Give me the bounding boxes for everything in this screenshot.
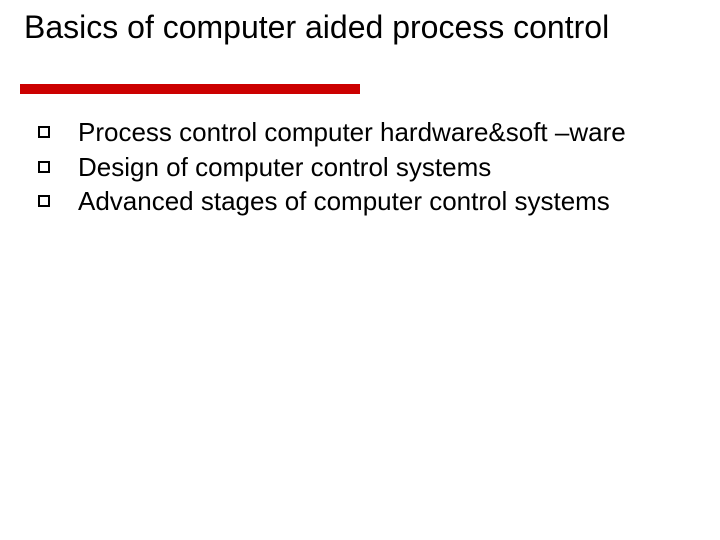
bullet-list: Process control computer hardware&soft –… bbox=[24, 116, 696, 218]
list-item: Process control computer hardware&soft –… bbox=[38, 116, 696, 149]
slide-title: Basics of computer aided process control bbox=[24, 8, 696, 46]
square-bullet-icon bbox=[38, 126, 50, 138]
bullet-text: Advanced stages of computer control syst… bbox=[78, 185, 610, 218]
slide-container: Basics of computer aided process control… bbox=[0, 0, 720, 540]
list-item: Design of computer control systems bbox=[38, 151, 696, 184]
square-bullet-icon bbox=[38, 161, 50, 173]
bullet-text: Design of computer control systems bbox=[78, 151, 491, 184]
list-item: Advanced stages of computer control syst… bbox=[38, 185, 696, 218]
divider-bar bbox=[20, 84, 360, 94]
bullet-text: Process control computer hardware&soft –… bbox=[78, 116, 626, 149]
square-bullet-icon bbox=[38, 195, 50, 207]
